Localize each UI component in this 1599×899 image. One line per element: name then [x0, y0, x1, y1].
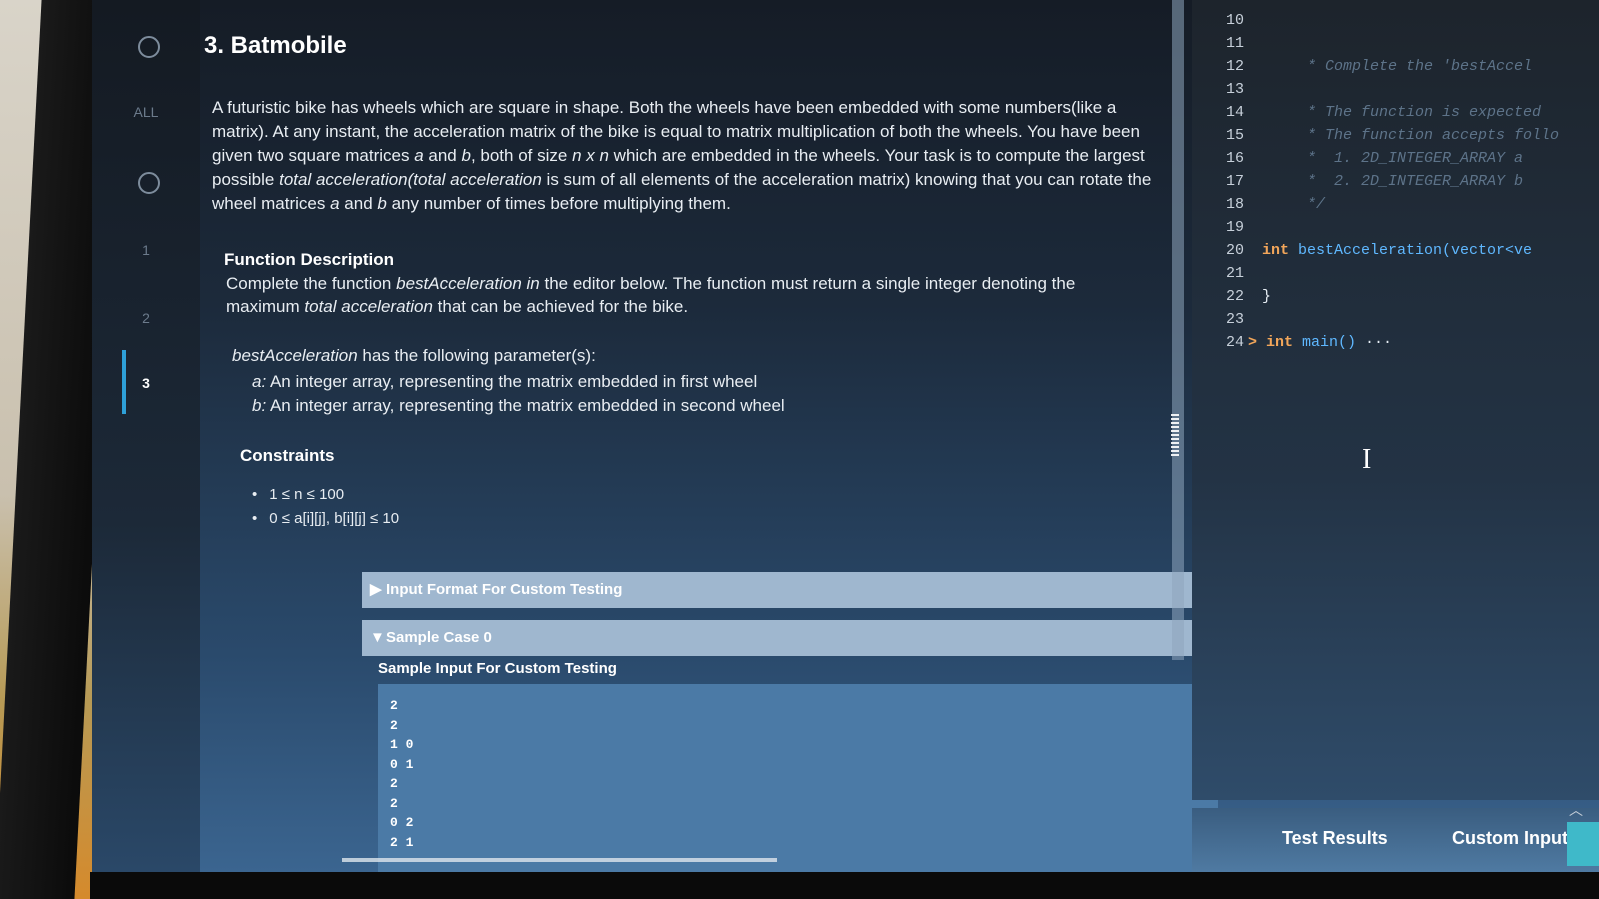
line-number: 13 [1225, 81, 1244, 98]
param-fn-name: bestAcceleration [232, 346, 358, 365]
code-main-collapsed[interactable]: > int main() ··· [1248, 334, 1392, 351]
line-number: 24 [1225, 334, 1244, 351]
code-brace: } [1262, 288, 1272, 305]
keyword: int [1262, 242, 1290, 259]
sample-line: 2 [390, 698, 398, 713]
sample-line: 2 1 [390, 834, 414, 850]
sample-input-box: 2 2 1 0 0 1 2 2 0 2 2 1 [378, 684, 1218, 872]
line-number: 20 [1225, 242, 1244, 259]
function-description-text: Complete the function bestAcceleration i… [226, 272, 1126, 318]
code-comment: * 2. 2D_INTEGER_ARRAY b [1262, 173, 1524, 190]
code-comment: */ [1262, 196, 1326, 213]
line-number: 19 [1225, 219, 1244, 236]
line-number: 10 [1225, 12, 1244, 29]
parameters-heading: bestAcceleration has the following param… [232, 346, 596, 366]
chevron-up-icon[interactable]: ︿ [1569, 800, 1583, 820]
constraint-item: 0 ≤ a[i][j], b[i][j] ≤ 10 [252, 510, 399, 527]
sample-line: 1 0 [390, 737, 414, 752]
line-number: 21 [1225, 265, 1244, 282]
sample-line: 2 [390, 776, 398, 791]
sample-line: 2 [390, 795, 398, 811]
desc-text: any number of times before multiplying t… [386, 194, 731, 213]
desc-emphasis: total acceleration(total acceleration [279, 170, 542, 189]
fd-text: that can be achieved for the bike. [432, 297, 689, 316]
desc-text: , both of size [470, 146, 573, 165]
input-format-accordion[interactable]: ▶ Input Format For Custom Testing [362, 572, 1232, 608]
code-comment: * The function accepts follo [1262, 127, 1560, 144]
back-icon[interactable] [138, 36, 160, 58]
problem-panel: 3. Batmobile A futuristic bike has wheel… [202, 0, 1262, 872]
param-heading-text: has the following parameter(s): [357, 346, 596, 365]
desc-size: n x n [572, 146, 609, 165]
accordion-label: Input Format For Custom Testing [386, 581, 623, 598]
screen: ALL 1 2 3 3. Batmobile A futuristic bike… [92, 0, 1599, 872]
param-a-text: An integer array, representing the matri… [266, 372, 758, 391]
text-cursor-icon: I [1362, 444, 1372, 475]
run-button[interactable] [1567, 822, 1599, 866]
sample-line: 2 [390, 717, 398, 733]
tab-custom-input[interactable]: Custom Input [1452, 828, 1568, 849]
desc-var-a: a [414, 146, 424, 165]
param-a-name: a: [252, 372, 267, 391]
question-rail: ALL 1 2 3 [92, 0, 200, 872]
line-number: 17 [1225, 173, 1244, 190]
code-comment: * The function is expected [1262, 104, 1542, 121]
panel-divider[interactable] [1172, 0, 1184, 660]
sample-line: 0 2 [390, 815, 414, 830]
caret-down-icon: ▼ [370, 629, 385, 646]
line-number: 11 [1225, 35, 1244, 52]
desc-text: and [423, 146, 462, 165]
param-a: a: An integer array, representing the ma… [252, 372, 757, 392]
sample-input-heading: Sample Input For Custom Testing [378, 660, 617, 677]
line-number: 15 [1225, 127, 1244, 144]
code-comment: * 1. 2D_INTEGER_ARRAY a [1262, 150, 1524, 167]
monitor-bezel-bottom [90, 872, 1599, 899]
rail-item-1[interactable]: 1 [92, 242, 200, 258]
sample-case-accordion[interactable]: ▼Sample Case 0 [362, 620, 1232, 656]
line-number: 18 [1225, 196, 1244, 213]
rail-item-2[interactable]: 2 [92, 310, 200, 326]
info-icon[interactable] [138, 172, 160, 194]
function-name: bestAcceleration(vector<ve [1289, 242, 1533, 259]
problem-description: A futuristic bike has wheels which are s… [212, 96, 1162, 216]
fold-ellipsis: ··· [1356, 334, 1393, 351]
constraints-heading: Constraints [240, 446, 335, 465]
accordion-label: Sample Case 0 [386, 629, 492, 646]
code-editor[interactable]: 10 11 12 13 14 15 16 17 18 19 20 21 22 2… [1192, 0, 1599, 800]
function-name: main() [1293, 334, 1357, 351]
param-b-name: b: [252, 396, 267, 415]
line-number: 12 [1225, 58, 1244, 75]
desc-var-b: b [461, 146, 471, 165]
sample-line: 0 1 [390, 756, 414, 772]
constraint-item: 1 ≤ n ≤ 100 [252, 486, 344, 503]
rail-item-3[interactable]: 3 [92, 375, 200, 391]
desc-var-a: a [330, 194, 340, 213]
line-number: 23 [1225, 311, 1244, 328]
horizontal-scrollbar[interactable] [342, 858, 777, 862]
fd-text: Complete the function [226, 274, 397, 293]
code-function-signature: int bestAcceleration(vector<ve [1262, 242, 1532, 259]
desc-text: and [339, 194, 378, 213]
line-number: 22 [1225, 288, 1244, 305]
desc-var-b: b [377, 194, 387, 213]
code-comment: * Complete the 'bestAccel [1262, 58, 1533, 75]
fd-emphasis: total acceleration [304, 297, 433, 316]
keyword: > int [1248, 334, 1294, 351]
param-b-text: An integer array, representing the matri… [266, 396, 785, 415]
tab-test-results[interactable]: Test Results [1282, 828, 1388, 849]
line-number: 16 [1225, 150, 1244, 167]
function-description-heading: Function Description [224, 250, 394, 269]
caret-right-icon: ▶ [370, 581, 382, 598]
problem-title: 3. Batmobile [204, 32, 347, 59]
line-number: 14 [1225, 104, 1244, 121]
fd-function-name: bestAcceleration in [396, 274, 540, 293]
param-b: b: An integer array, representing the ma… [252, 396, 785, 416]
drag-handle-icon[interactable] [1171, 414, 1179, 456]
rail-all-filter[interactable]: ALL [92, 104, 200, 120]
bottom-tabs: ︿ Test Results Custom Input [1192, 802, 1599, 872]
